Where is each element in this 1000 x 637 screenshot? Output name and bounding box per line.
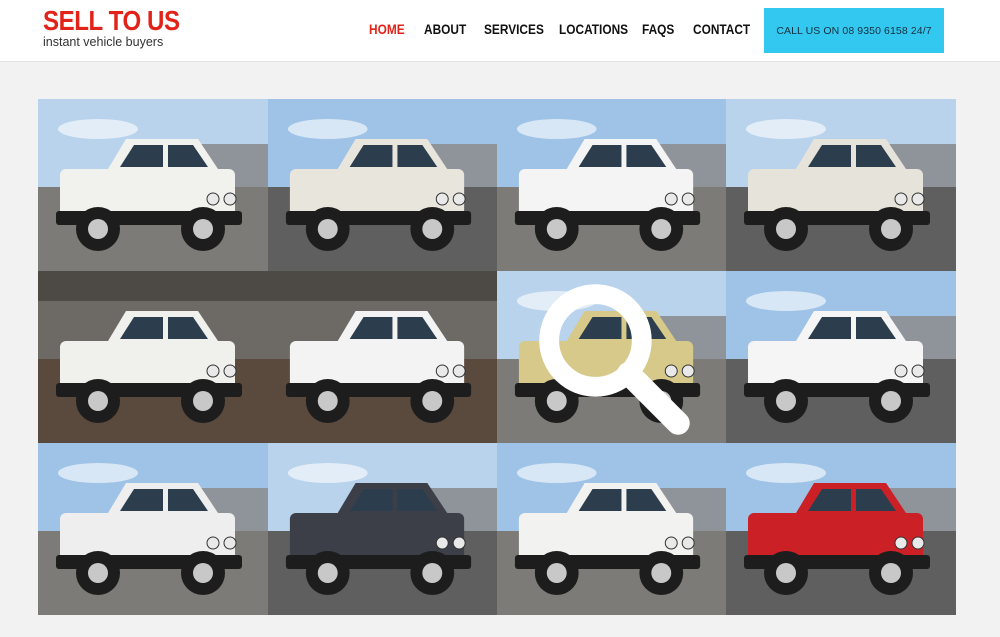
vehicle-photo <box>726 99 956 271</box>
gallery-tile[interactable]: sand single cab ute with tray <box>497 271 726 443</box>
gallery-tile[interactable]: white single cab ute with tray <box>726 99 956 271</box>
gallery-tile[interactable]: white 4WD wagon <box>497 99 726 271</box>
logo-tagline: instant vehicle buyers <box>43 35 164 49</box>
gallery-tile[interactable]: white troop carrier <box>726 271 956 443</box>
vehicle-gallery: white single cab ute with traydamaged wh… <box>38 99 956 615</box>
nav-contact[interactable]: CONTACT <box>693 22 750 37</box>
vehicle-photo <box>268 443 497 615</box>
gallery-tile[interactable]: dark grey dual cab ute <box>268 443 497 615</box>
nav-about[interactable]: ABOUT <box>424 22 466 37</box>
vehicle-photo <box>268 99 497 271</box>
site-header: SELL TO US instant vehicle buyers HOME A… <box>0 0 1000 62</box>
gallery-tile[interactable]: white dual cab ute <box>38 271 268 443</box>
nav-home[interactable]: HOME <box>369 22 405 37</box>
logo-title: SELL TO US <box>43 5 180 36</box>
gallery-tile[interactable]: red dual cab ute <box>726 443 956 615</box>
nav-services[interactable]: SERVICES <box>484 22 544 37</box>
vehicle-photo <box>497 271 726 443</box>
gallery-tile[interactable]: white dual cab ute with yellow stripe <box>268 271 497 443</box>
nav-locations[interactable]: LOCATIONS <box>559 22 628 37</box>
gallery-tile[interactable]: damaged white dual cab ute <box>38 443 268 615</box>
call-us-button[interactable]: CALL US ON 08 9350 6158 24/7 <box>764 8 944 53</box>
vehicle-photo <box>497 443 726 615</box>
vehicle-photo <box>268 271 497 443</box>
vehicle-photo <box>497 99 726 271</box>
gallery-tile[interactable]: damaged white single cab ute with tray <box>268 99 497 271</box>
gallery-tile[interactable]: white single cab ute <box>497 443 726 615</box>
vehicle-photo <box>38 99 268 271</box>
vehicle-photo <box>726 443 956 615</box>
vehicle-photo <box>38 271 268 443</box>
vehicle-photo <box>726 271 956 443</box>
site-logo[interactable]: SELL TO US instant vehicle buyers <box>43 6 202 49</box>
nav-faqs[interactable]: FAQS <box>642 22 674 37</box>
gallery-tile[interactable]: white single cab ute with tray <box>38 99 268 271</box>
vehicle-photo <box>38 443 268 615</box>
